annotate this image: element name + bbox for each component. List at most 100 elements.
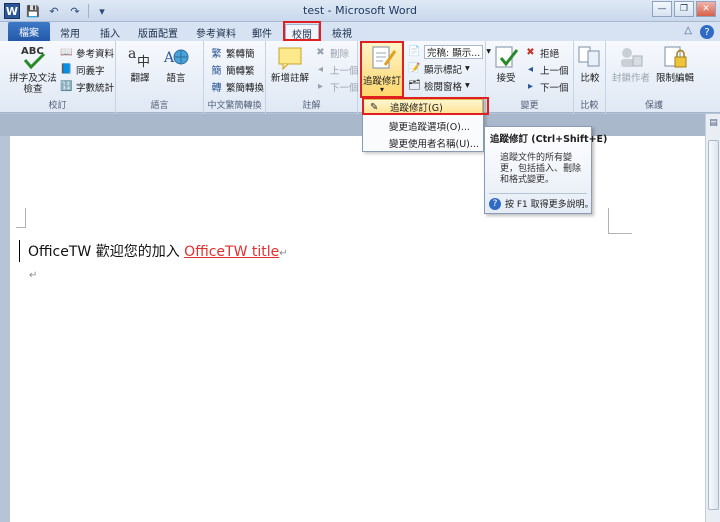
block-authors-button[interactable]: 封鎖作者	[608, 43, 654, 84]
to-traditional-button[interactable]: 簡 簡轉繁	[210, 62, 255, 78]
ruler-area	[0, 114, 705, 136]
previous-comment-icon: ◂	[317, 64, 324, 75]
new-comment-button[interactable]: 新增註解	[268, 43, 312, 84]
scrollbar-thumb[interactable]	[708, 140, 719, 510]
window-controls: — ❐ ✕	[652, 1, 716, 17]
language-button[interactable]: A 語言	[158, 43, 194, 84]
group-label-comments: 註解	[302, 101, 321, 111]
paragraph-mark-icon: ↵	[279, 248, 288, 259]
block-authors-label: 封鎖作者	[611, 73, 650, 84]
group-label-proofing: 校訂	[48, 101, 67, 111]
next-comment-label: 下一個	[330, 82, 359, 94]
reviewing-pane-chevron-icon: ▾	[465, 80, 470, 91]
vertical-scrollbar[interactable]: ▤	[705, 114, 720, 522]
tab-page-layout[interactable]: 版面配置	[132, 24, 184, 41]
language-globe-icon: A	[161, 43, 191, 71]
tab-file[interactable]: 檔案	[8, 22, 50, 41]
next-comment-button[interactable]: ▸ 下一個	[314, 79, 359, 94]
to-traditional-label: 簡轉繁	[226, 65, 255, 77]
thesaurus-button[interactable]: 📘 同義字	[60, 62, 105, 77]
spelling-check-icon: ABC	[18, 43, 48, 71]
document-tracked-insert-text: OfficeTW title	[184, 244, 280, 260]
compare-icon	[575, 43, 605, 71]
tab-view[interactable]: 檢視	[326, 24, 358, 41]
next-change-label: 下一個	[540, 82, 569, 94]
show-markup-button[interactable]: 📝 顯示標記 ▾	[408, 61, 470, 76]
thesaurus-label: 同義字	[76, 65, 105, 77]
delete-comment-button[interactable]: ✖ 刪除	[314, 45, 349, 60]
empty-paragraph-mark-icon: ↵	[29, 270, 38, 281]
review-tab-highlight	[283, 21, 321, 41]
to-simplified-button[interactable]: 繁 繁轉簡	[210, 45, 255, 61]
accept-button[interactable]: 接受	[488, 43, 524, 84]
document-page[interactable]	[10, 136, 705, 522]
tooltip-help: ? 按 F1 取得更多說明。	[489, 197, 594, 210]
track-changes-button[interactable]: 追蹤修訂 ▾	[360, 41, 404, 98]
tab-insert[interactable]: 插入	[92, 24, 128, 41]
document-text: OfficeTW 歡迎您的加入	[28, 244, 185, 260]
minimize-ribbon-icon[interactable]: △	[684, 25, 692, 39]
reject-button[interactable]: ✖ 拒絕	[524, 45, 559, 60]
restrict-editing-label: 限制編輯	[655, 73, 694, 84]
chinese-convert-button[interactable]: 轉 繁簡轉換	[210, 79, 265, 95]
ruler-toggle-icon[interactable]: ▤	[708, 118, 719, 130]
ribbon-help-controls: △ ?	[684, 25, 714, 39]
reviewing-pane-icon: 🗂	[408, 80, 421, 91]
window-title: test - Microsoft Word	[303, 4, 417, 17]
tab-home[interactable]: 常用	[52, 24, 88, 41]
tab-mailings[interactable]: 郵件	[246, 24, 278, 41]
show-markup-chevron-icon: ▾	[465, 63, 470, 74]
margin-corner-top-left	[16, 208, 26, 228]
title-bar: W 💾 ↶ ↷ ▾ test - Microsoft Word — ❐ ✕	[0, 0, 720, 22]
minimize-button[interactable]: —	[652, 1, 672, 17]
restrict-editing-button[interactable]: 限制編輯	[652, 43, 698, 84]
svg-text:ABC: ABC	[21, 46, 44, 57]
menu-item-label: 變更使用者名稱(U)...	[389, 139, 479, 150]
group-chinese-conversion: 繁 繁轉簡 簡 簡轉繁 轉 繁簡轉換 中文繁簡轉換	[204, 41, 266, 113]
show-markup-icon: 📝	[408, 63, 421, 74]
to-traditional-icon: 簡	[211, 66, 222, 77]
previous-comment-button[interactable]: ◂ 上一個	[314, 62, 359, 77]
to-simplified-icon: 繁	[211, 49, 222, 60]
word-count-icon: 🔢	[60, 81, 73, 92]
tab-references[interactable]: 參考資料	[190, 24, 242, 41]
track-changes-tooltip: 追蹤修訂 (Ctrl+Shift+E) 追蹤文件的所有變更，包括插入、刪除和格式…	[484, 126, 607, 214]
restore-button[interactable]: ❐	[674, 1, 694, 17]
previous-change-label: 上一個	[540, 65, 569, 77]
new-comment-label: 新增註解	[270, 73, 309, 84]
svg-text:A: A	[163, 50, 175, 66]
previous-change-icon: ◂	[527, 64, 534, 75]
delete-comment-icon: ✖	[316, 47, 325, 58]
restrict-editing-icon	[660, 43, 690, 71]
spelling-grammar-button[interactable]: ABC 拼字及文法 檢查	[8, 43, 58, 95]
ribbon-tab-row: 檔案 常用 插入 版面配置 參考資料 郵件 校閱 檢視 △ ?	[0, 22, 720, 41]
word-count-label: 字數統計	[76, 82, 115, 94]
chinese-convert-label: 繁簡轉換	[226, 82, 265, 94]
previous-comment-label: 上一個	[330, 65, 359, 77]
word-count-button[interactable]: 🔢 字數統計	[60, 79, 114, 94]
document-paragraph[interactable]: OfficeTW 歡迎您的加入 OfficeTW title↵	[28, 241, 288, 261]
previous-change-button[interactable]: ◂ 上一個	[524, 62, 569, 77]
display-for-review-select[interactable]: 📄 完稿: 顯示... ▾	[408, 44, 491, 59]
research-button[interactable]: 📖 參考資料	[60, 45, 114, 60]
track-changes-chevron-icon: ▾	[379, 85, 384, 94]
next-change-button[interactable]: ▸ 下一個	[524, 79, 569, 94]
research-icon: 📖	[60, 47, 73, 58]
group-proofing: ABC 拼字及文法 檢查 📖 參考資料 📘 同義字 🔢 字數統計 校訂	[0, 41, 116, 113]
next-comment-icon: ▸	[317, 81, 324, 92]
accept-icon	[491, 43, 521, 71]
menu-item-change-tracking-options[interactable]: 變更追蹤選項(O)...	[363, 118, 483, 134]
show-markup-label: 顯示標記	[424, 64, 463, 76]
group-compare: 比較 比較	[574, 41, 606, 113]
help-icon[interactable]: ?	[700, 25, 714, 39]
close-button[interactable]: ✕	[696, 1, 716, 17]
reviewing-pane-button[interactable]: 🗂 檢閱窗格 ▾	[408, 78, 470, 93]
menu-item-change-user-name[interactable]: 變更使用者名稱(U)...	[363, 135, 483, 151]
compare-button[interactable]: 比較	[575, 43, 605, 84]
reject-icon: ✖	[526, 47, 535, 58]
translate-button[interactable]: a中 翻譯	[122, 43, 158, 84]
thesaurus-icon: 📘	[60, 64, 73, 75]
group-label-changes: 變更	[520, 101, 539, 111]
new-comment-icon	[275, 43, 305, 71]
display-review-value: 完稿: 顯示...	[424, 44, 484, 59]
